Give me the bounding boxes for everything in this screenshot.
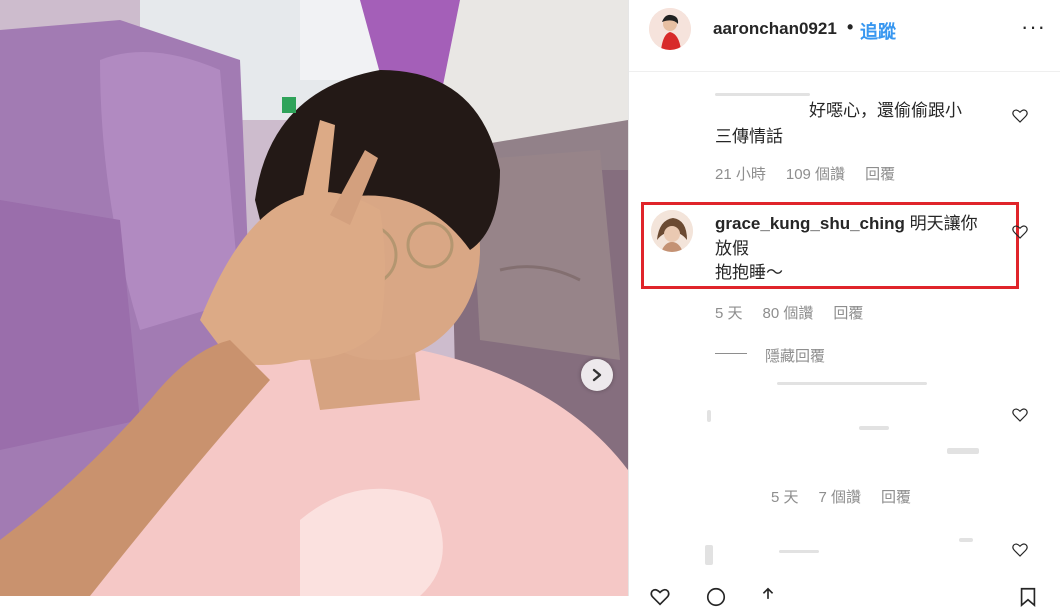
commenter-username[interactable]: grace_kung_shu_ching <box>715 214 905 233</box>
heart-icon[interactable] <box>1011 406 1029 424</box>
blurred-text <box>859 426 889 430</box>
comments-panel: aaronchan0921 • 追蹤 ··· 好噁心，還偷偷跟小 三傳情話 21… <box>628 0 1060 608</box>
post-action-bar <box>629 580 1060 608</box>
heart-icon[interactable] <box>1011 223 1029 241</box>
heart-icon[interactable] <box>1011 107 1029 125</box>
reply-button[interactable]: 回覆 <box>865 163 895 184</box>
comment-likes[interactable]: 109 個讚 <box>786 163 845 184</box>
next-photo-button[interactable] <box>581 359 613 391</box>
more-options-icon[interactable]: ··· <box>1021 14 1046 40</box>
author-username[interactable]: aaronchan0921 <box>713 19 837 39</box>
post-header: aaronchan0921 • 追蹤 ··· <box>629 0 1060 72</box>
blurred-text <box>707 410 711 422</box>
comment-time: 5 天 <box>771 489 799 506</box>
comment-text: 放假 <box>715 239 749 258</box>
header-separator: • <box>847 17 854 37</box>
comment-time: 21 小時 <box>715 166 766 183</box>
commenter-avatar[interactable] <box>651 210 693 252</box>
photo-illustration <box>0 0 628 596</box>
author-avatar[interactable] <box>649 8 691 50</box>
post-photo <box>0 0 628 596</box>
share-icon[interactable] <box>757 586 779 608</box>
blurred-username <box>715 93 810 96</box>
comment-meta: 5 天 7 個讚 回覆 <box>771 486 911 507</box>
blurred-text <box>779 550 819 553</box>
reply-button[interactable]: 回覆 <box>881 486 911 507</box>
comment-text: 好噁心，還偷偷跟小 <box>809 101 962 120</box>
follow-button[interactable]: 追蹤 <box>860 18 896 44</box>
blurred-text <box>947 448 979 454</box>
hide-replies-button[interactable]: 隱藏回覆 <box>765 345 825 366</box>
comment-text: 抱抱睡～ <box>715 263 783 282</box>
comment-likes[interactable]: 80 個讚 <box>763 302 814 323</box>
heart-icon[interactable] <box>1011 541 1029 559</box>
next-arrow-icon <box>590 368 604 382</box>
reply-button[interactable]: 回覆 <box>833 302 863 323</box>
blurred-text <box>959 538 973 542</box>
comment-line: grace_kung_shu_ching 明天讓你 <box>715 211 978 237</box>
like-post-icon[interactable] <box>649 586 671 608</box>
blurred-username <box>777 382 927 385</box>
comment-text: 明天讓你 <box>909 214 978 233</box>
blurred-text <box>705 545 713 565</box>
comment-meta: 21 小時 109 個讚 回覆 <box>715 163 895 184</box>
bookmark-icon[interactable] <box>1017 586 1039 608</box>
comment-text: 三傳情話 <box>715 127 783 146</box>
comment-time: 5 天 <box>715 305 743 322</box>
comment-icon[interactable] <box>705 586 727 608</box>
comment-likes[interactable]: 7 個讚 <box>819 486 862 507</box>
comment-meta: 5 天 80 個讚 回覆 <box>715 302 863 323</box>
replies-divider <box>715 353 747 354</box>
